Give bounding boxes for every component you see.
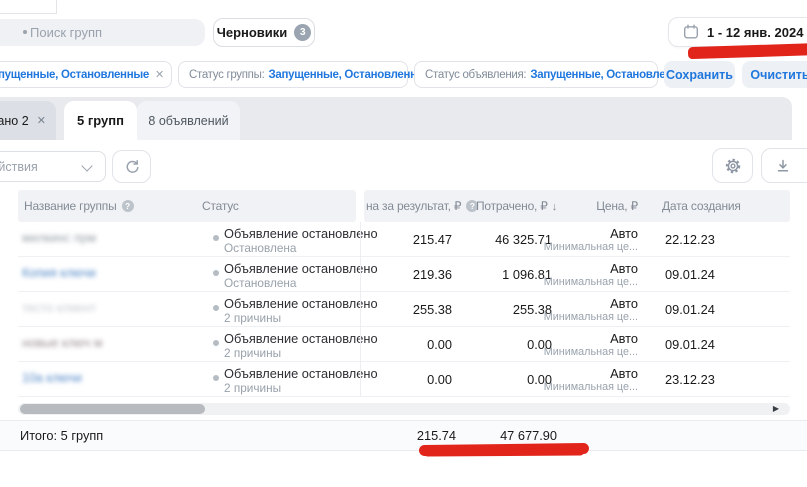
actions-label: Действия [0,160,38,174]
price-subtext: Минимальная це... [533,276,638,288]
date-range-value: 1 - 12 янв. 2024 [707,25,803,40]
status-subtext: 2 причины [224,311,281,325]
price-cell: Авто [533,366,638,381]
created-date-cell: 09.01.24 [665,302,715,317]
ads-manager-page: Черновики 3 1 - 12 янв. 2024 Запущенные,… [0,0,807,487]
cost-per-result-cell: 219.36 [348,267,452,282]
tab-selected-items[interactable]: Выбрано 2 ✕ [0,101,56,140]
table-settings-button[interactable] [712,148,753,183]
cost-per-result-cell: 215.47 [348,232,452,247]
horizontal-scrollbar-thumb[interactable] [20,404,205,414]
group-name-link[interactable]: 10а ключи [22,371,82,385]
table-row: Копия ключи Объявление остановлено Остан… [18,257,790,292]
column-header-created[interactable]: Дата создания [662,190,741,222]
column-header-spent[interactable]: Потрачено, ₽ ↓ [476,190,557,222]
chip-value: Запущенные, Остановленные [268,69,432,81]
totals-row: Итого: 5 групп 215.74 47 677.90 [0,420,807,451]
created-date-cell: 23.12.23 [665,372,715,387]
column-header-status[interactable]: Статус [202,190,239,222]
price-cell: Авто [533,331,638,346]
refresh-button[interactable] [112,150,151,183]
annotation-totals-underline [424,448,584,456]
tab-groups[interactable]: 5 групп [64,101,137,140]
actions-dropdown[interactable]: Действия [0,151,106,182]
chevron-down-icon [81,160,92,171]
group-name-link[interactable]: новые ключ м [22,336,103,350]
export-button[interactable] [761,148,807,183]
status-subtext: 2 причины [224,381,281,395]
group-name-link[interactable]: милкинс прм [22,231,96,245]
panel-edge-line [0,13,57,14]
filter-chip-status[interactable]: Запущенные, Остановленные ✕ [0,61,172,88]
download-icon [775,158,791,174]
status-dot-icon [213,305,219,311]
status-subtext: Остановлена [224,276,297,290]
totals-label: Итого: 5 групп [20,421,103,450]
chip-label: Статус объявления: [425,69,526,81]
table-row: 10а ключи Объявление остановлено 2 причи… [18,362,790,397]
price-cell: Авто [533,296,638,311]
status-subtext: Остановлена [224,241,297,255]
table-row: милкинс прм Объявление остановлено Остан… [18,222,790,257]
price-subtext: Минимальная це... [533,311,638,323]
chip-value: Запущенные, Остановленные [0,69,149,81]
scroll-right-icon[interactable]: ▶ [768,403,784,415]
close-icon[interactable]: ✕ [37,114,46,127]
filter-chip-ad-status[interactable]: Статус объявления:Запущенные, Остановлен… [414,61,658,88]
group-name-link[interactable]: Копия ключи [22,266,96,280]
search-icon [23,30,27,34]
group-name-link[interactable]: тесто клиент [22,301,96,315]
price-subtext: Минимальная це... [533,241,638,253]
save-filters-button[interactable]: Сохранить [664,61,735,88]
chip-label: Статус группы: [189,69,264,81]
column-header-cpr-label: на за результат, ₽ [366,199,461,213]
cost-per-result-cell: 0.00 [348,372,452,387]
created-date-cell: 09.01.24 [665,267,715,282]
cost-per-result-cell: 0.00 [348,337,452,352]
status-dot-icon [213,340,219,346]
status-dot-icon [213,270,219,276]
created-date-cell: 22.12.23 [665,232,715,247]
table-row: новые ключ м Объявление остановлено 2 пр… [18,327,790,362]
drafts-button[interactable]: Черновики 3 [213,18,315,47]
clear-filters-button[interactable]: Очистить [742,61,807,88]
table-row: тесто клиент Объявление остановлено 2 пр… [18,292,790,327]
frozen-column-divider [360,222,361,397]
column-header-spent-label: Потрачено, ₽ [476,199,548,213]
price-subtext: Минимальная це... [533,381,638,393]
price-cell: Авто [533,226,638,241]
created-date-cell: 09.01.24 [665,337,715,352]
status-subtext: 2 причины [224,346,281,360]
drafts-label: Черновики [217,25,288,40]
search-input[interactable] [0,19,205,46]
column-header-cost-per-result[interactable]: на за результат, ₽? [366,190,478,222]
cost-per-result-cell: 255.38 [348,302,452,317]
close-icon[interactable]: ✕ [155,68,164,81]
column-header-name[interactable]: Название группы? [24,190,134,222]
drafts-count-badge: 3 [294,24,311,41]
tab-selected-label: Выбрано 2 [0,114,29,128]
calendar-icon [683,24,699,40]
date-range-picker[interactable]: 1 - 12 янв. 2024 [668,17,807,47]
sort-desc-icon: ↓ [552,201,557,213]
price-subtext: Минимальная це... [533,346,638,358]
status-dot-icon [213,375,219,381]
status-dot-icon [213,235,219,241]
column-header-name-label: Название группы [24,199,117,213]
help-icon[interactable]: ? [122,200,134,212]
refresh-icon [124,159,140,175]
gear-icon [724,157,742,175]
panel-edge-line [56,0,57,13]
filter-chip-group-status[interactable]: Статус группы:Запущенные, Остановленные … [178,61,408,88]
column-header-price[interactable]: Цена, ₽ [560,190,638,222]
price-cell: Авто [533,261,638,276]
tab-ads[interactable]: 8 объявлений [137,101,240,140]
